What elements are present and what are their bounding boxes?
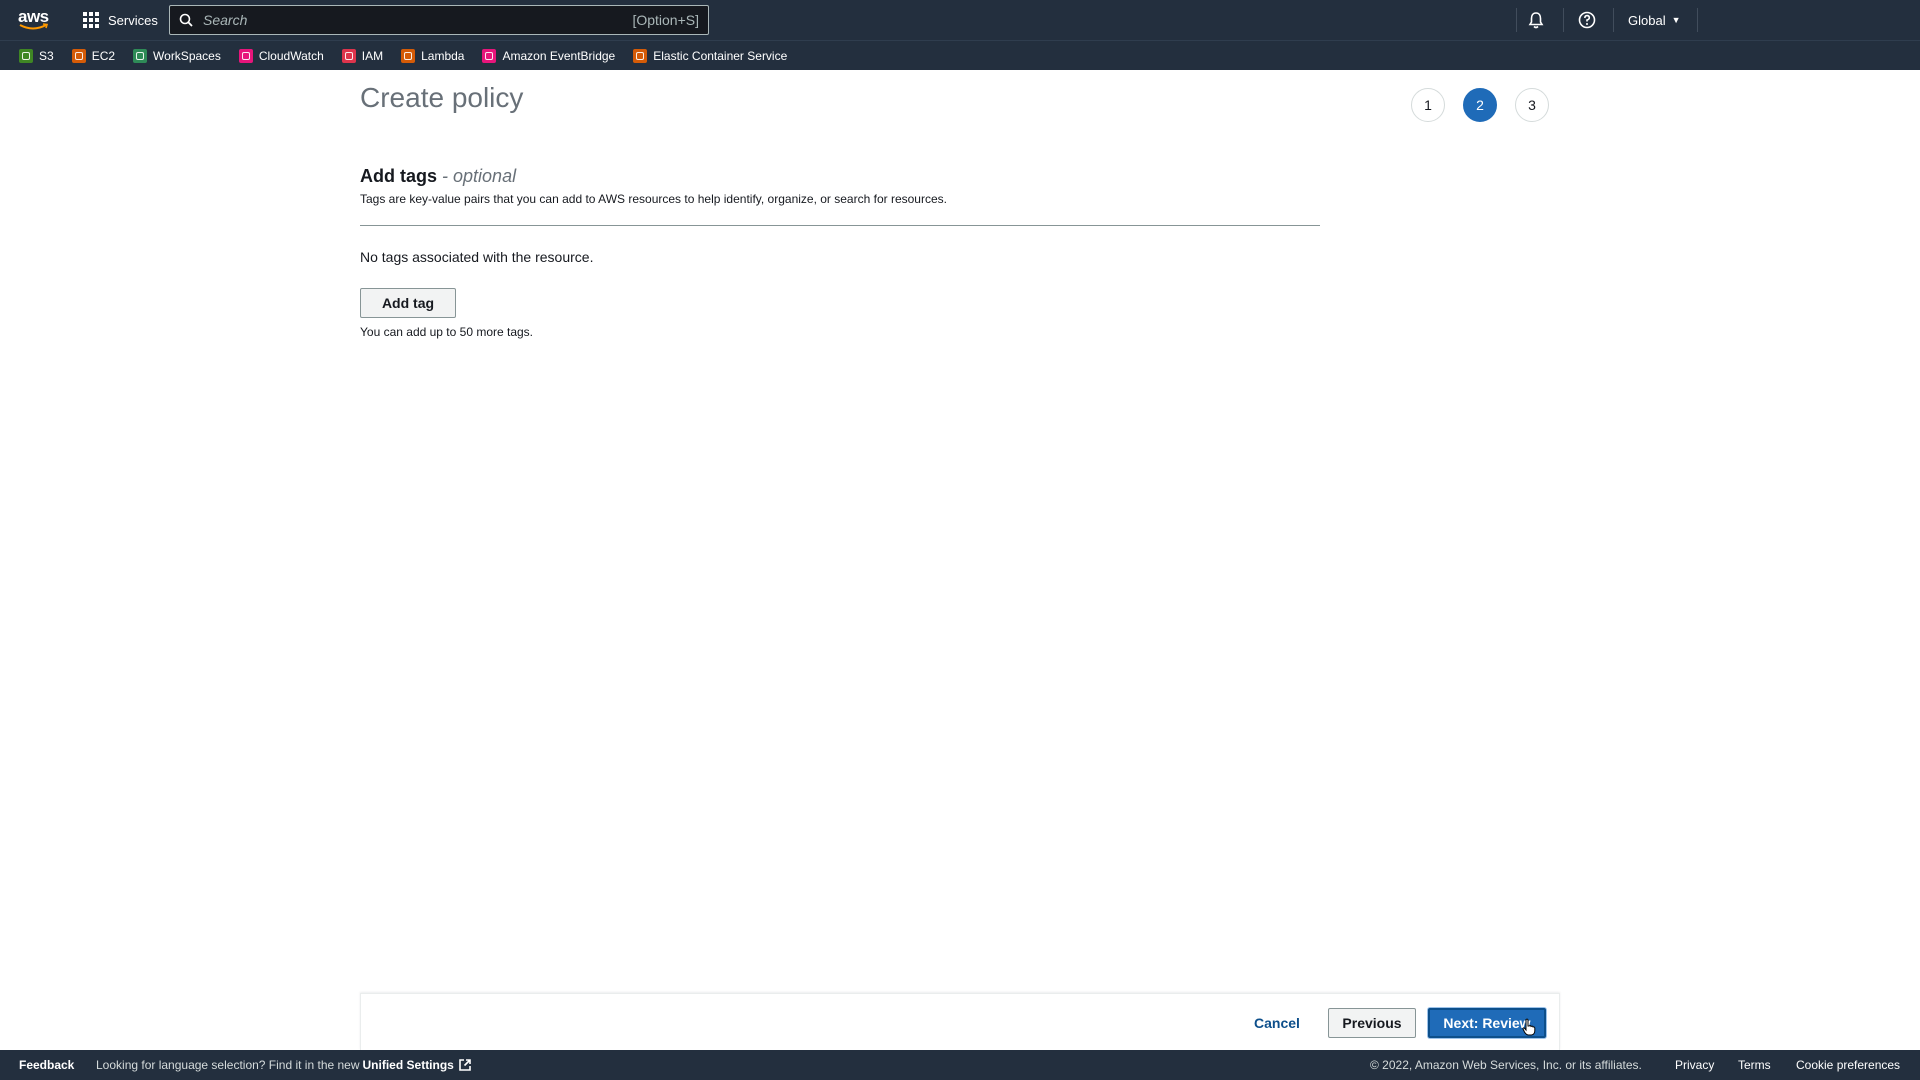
bottom-bar: Feedback Looking for language selection?… (0, 1050, 1920, 1080)
services-label: Services (108, 12, 158, 28)
grid-icon (83, 12, 99, 28)
previous-button[interactable]: Previous (1328, 1008, 1416, 1038)
section-divider (360, 225, 1320, 226)
services-menu-button[interactable]: Services (83, 0, 158, 40)
terms-link[interactable]: Terms (1738, 1050, 1771, 1080)
step-1[interactable]: 1 (1411, 88, 1445, 122)
wizard-action-panel: Cancel Previous Next: Review (360, 993, 1560, 1050)
favorite-label: Lambda (421, 48, 465, 63)
cloudwatch-service-icon (238, 48, 253, 63)
no-tags-message: No tags associated with the resource. (360, 249, 594, 265)
iam-service-icon (341, 48, 356, 63)
favorite-label: S3 (39, 48, 54, 63)
favorite-label: EC2 (91, 48, 116, 63)
step-2-active[interactable]: 2 (1463, 88, 1497, 122)
search-shortcut-hint: [Option+S] (632, 12, 699, 28)
add-tag-button[interactable]: Add tag (360, 288, 456, 318)
page-title: Create policy (360, 82, 524, 113)
favorite-label: Amazon EventBridge (502, 48, 616, 63)
caret-down-icon: ▼ (1671, 15, 1681, 25)
search-input[interactable] (203, 12, 633, 28)
favorite-label: Elastic Container Service (653, 48, 788, 63)
lambda-service-icon (401, 48, 416, 63)
favorite-label: IAM (361, 48, 384, 63)
help-icon[interactable] (1577, 10, 1597, 30)
favorite-label: CloudWatch (258, 48, 324, 63)
optional-label: - optional (442, 166, 517, 186)
ec2-service-icon (71, 48, 86, 63)
main-content: Create policy 1 2 3 Add tags - optional … (0, 70, 1920, 1050)
aws-smile-icon (19, 23, 49, 30)
wizard-steps: 1 2 3 (1411, 88, 1567, 122)
nav-divider (1613, 8, 1614, 32)
nav-divider (1516, 8, 1517, 32)
notifications-bell-icon[interactable] (1526, 10, 1546, 30)
ecs-service-icon (633, 48, 648, 63)
favorites-bar: S3 EC2 WorkSpaces CloudWatch IAM Lambda … (0, 40, 1920, 70)
favorite-label: WorkSpaces (153, 48, 221, 63)
unified-settings-link[interactable]: Unified Settings (363, 1058, 472, 1072)
search-box[interactable]: [Option+S] (169, 5, 709, 35)
cookie-preferences-link[interactable]: Cookie preferences (1796, 1050, 1900, 1080)
nav-divider (1697, 8, 1698, 32)
eventbridge-service-icon (482, 48, 497, 63)
region-selector[interactable]: Global ▼ (1628, 0, 1681, 40)
add-tags-heading: Add tags - optional (360, 166, 516, 187)
workspaces-service-icon (133, 48, 148, 63)
add-tags-title: Add tags (360, 166, 438, 186)
hand-pointer-cursor-icon (1522, 1018, 1536, 1036)
favorite-cloudwatch[interactable]: CloudWatch (238, 48, 324, 63)
search-icon (179, 13, 193, 27)
aws-logo[interactable]: aws (18, 6, 50, 34)
region-label: Global (1628, 12, 1666, 28)
favorite-eventbridge[interactable]: Amazon EventBridge (482, 48, 616, 63)
favorite-s3[interactable]: S3 (19, 48, 54, 63)
unified-settings-label: Unified Settings (362, 1058, 454, 1072)
favorite-lambda[interactable]: Lambda (401, 48, 465, 63)
tags-description: Tags are key-value pairs that you can ad… (360, 192, 947, 206)
privacy-link[interactable]: Privacy (1675, 1050, 1714, 1080)
nav-divider (1563, 8, 1564, 32)
feedback-link[interactable]: Feedback (19, 1050, 74, 1080)
copyright-text: © 2022, Amazon Web Services, Inc. or its… (1370, 1058, 1642, 1072)
language-note: Looking for language selection? Find it … (96, 1050, 472, 1080)
step-3[interactable]: 3 (1515, 88, 1549, 122)
favorite-iam[interactable]: IAM (341, 48, 384, 63)
favorite-workspaces[interactable]: WorkSpaces (133, 48, 221, 63)
top-navigation: aws Services [Option+S] Global ▼ (0, 0, 1920, 40)
favorite-ec2[interactable]: EC2 (71, 48, 116, 63)
tag-limit-note: You can add up to 50 more tags. (360, 325, 534, 339)
language-note-text: Looking for language selection? Find it … (96, 1058, 360, 1072)
external-link-icon (459, 1059, 471, 1071)
cancel-button[interactable]: Cancel (1254, 1009, 1300, 1037)
favorite-ecs[interactable]: Elastic Container Service (633, 48, 788, 63)
s3-service-icon (19, 48, 33, 63)
